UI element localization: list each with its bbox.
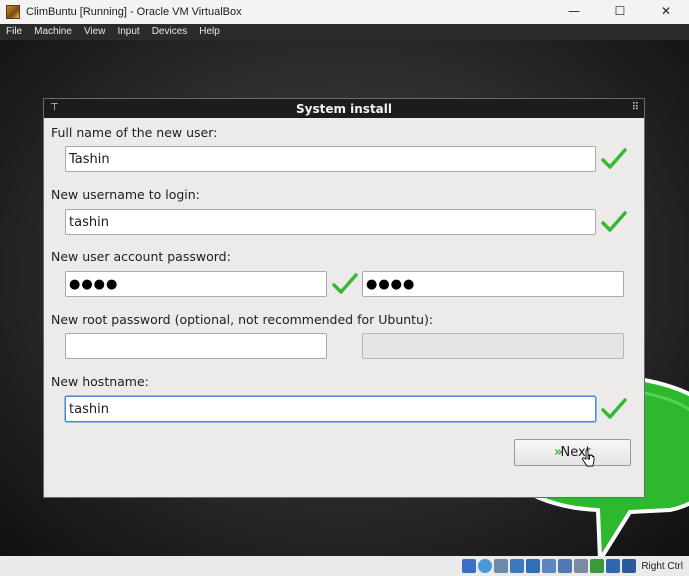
full-name-label: Full name of the new user: [51,125,218,140]
keyboard-capture-icon[interactable] [622,559,637,573]
password-confirm-input[interactable]: ●●●● [362,271,624,297]
hostname-label: New hostname: [51,374,149,389]
host-key-label: Right Ctrl [641,560,683,572]
password-mask: ●●●● [69,276,119,292]
window-titlebar: ClimBuntu [Running] - Oracle VM VirtualB… [0,0,689,24]
menu-bar: File Machine View Input Devices Help [0,24,689,40]
next-button[interactable]: » Next [514,439,631,466]
password-valid-check-icon [332,273,358,294]
username-input[interactable]: tashin [65,209,596,235]
password-label: New user account password: [51,249,231,264]
password-confirm-mask: ●●●● [366,276,416,292]
close-button[interactable]: ✕ [643,0,689,22]
minimize-button[interactable]: — [551,0,597,22]
video-capture-icon[interactable] [574,559,589,573]
root-password-confirm-input [362,333,624,359]
mouse-integration-icon[interactable] [606,559,621,573]
shared-folders-icon[interactable] [542,559,557,573]
password-input[interactable]: ●●●● [65,271,327,297]
root-password-label: New root password (optional, not recomme… [51,312,434,327]
username-valid-check-icon [601,211,627,232]
virtualbox-icon [6,5,20,19]
vm-display[interactable]: ⊤ System install ⠿ Full name of the new … [0,40,689,556]
full-name-input[interactable]: Tashin [65,146,596,172]
menu-devices[interactable]: Devices [146,24,194,40]
dialog-titlebar: ⊤ System install ⠿ [44,99,644,118]
next-arrows-icon: » [554,445,563,460]
menu-input[interactable]: Input [111,24,145,40]
dialog-title: System install [295,101,393,116]
optical-drive-icon[interactable] [478,559,493,573]
hand-cursor-icon [582,450,595,467]
guest-additions-icon[interactable] [590,559,605,573]
menu-file[interactable]: File [0,24,28,40]
maximize-button[interactable]: ☐ [597,0,643,22]
window-title: ClimBuntu [Running] - Oracle VM VirtualB… [26,6,242,18]
audio-icon[interactable] [494,559,509,573]
hostname-valid-check-icon [601,398,627,419]
window-controls: — ☐ ✕ [551,0,689,24]
username-label: New username to login: [51,187,200,202]
pin-icon[interactable]: ⊤ [50,102,59,113]
root-password-input[interactable] [65,333,327,359]
network-icon[interactable] [510,559,525,573]
menu-help[interactable]: Help [193,24,226,40]
full-name-valid-check-icon [601,148,627,169]
menu-view[interactable]: View [78,24,112,40]
hard-disk-icon[interactable] [462,559,477,573]
menu-machine[interactable]: Machine [28,24,78,40]
menu-grip-icon[interactable]: ⠿ [632,102,639,113]
status-bar: Right Ctrl [0,556,689,576]
display-icon[interactable] [558,559,573,573]
system-install-dialog: ⊤ System install ⠿ Full name of the new … [43,98,645,498]
usb-icon[interactable] [526,559,541,573]
hostname-input[interactable]: tashin [65,396,596,422]
